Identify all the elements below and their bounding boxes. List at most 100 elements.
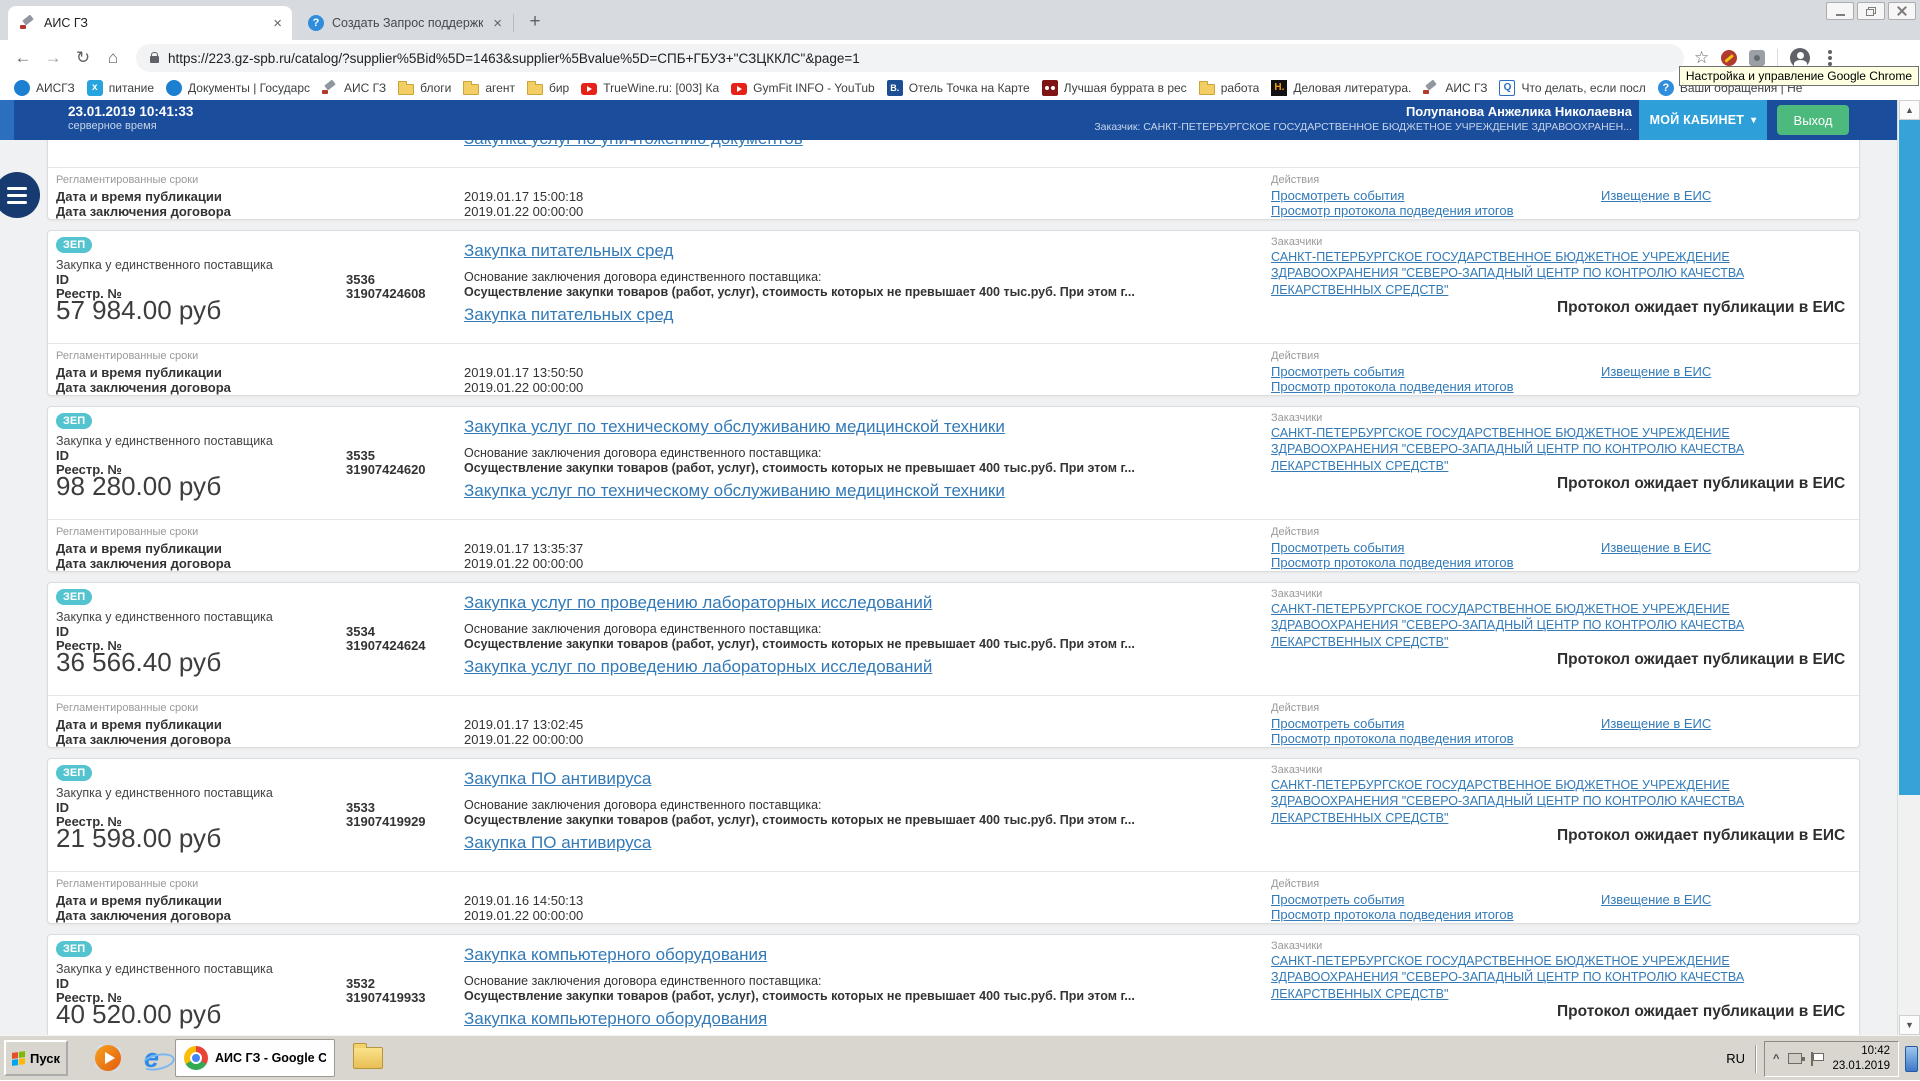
bookmark-item[interactable]: TrueWine.ru: [003] Ка bbox=[581, 81, 719, 95]
view-protocol-link[interactable]: Просмотр протокола подведения итогов bbox=[1271, 203, 1514, 218]
bookmark-label: АИСГЗ bbox=[36, 81, 75, 95]
my-cabinet-button[interactable]: МОЙ КАБИНЕТ ▾ bbox=[1639, 100, 1767, 140]
restore-icon bbox=[1866, 7, 1876, 16]
purchase-price: 40 520.00 руб bbox=[56, 999, 221, 1030]
purchase-title-link[interactable]: Закупка компьютерного оборудования bbox=[464, 1009, 767, 1029]
view-events-link[interactable]: Просмотреть события bbox=[1271, 364, 1404, 379]
tab-support-request[interactable]: ? Создать Запрос поддержки - Порт × bbox=[296, 6, 512, 40]
page-scrollbar[interactable]: ▲ ▼ bbox=[1897, 100, 1920, 1035]
bookmark-item[interactable]: АИСГЗ bbox=[14, 80, 75, 96]
restore-button[interactable] bbox=[1857, 2, 1885, 20]
address-bar[interactable]: https://223.gz-spb.ru/catalog/?supplier%… bbox=[136, 44, 1684, 72]
server-datetime: 23.01.2019 10:41:33 bbox=[68, 104, 193, 119]
close-icon[interactable]: × bbox=[273, 16, 282, 31]
view-protocol-link[interactable]: Просмотр протокола подведения итогов bbox=[1271, 731, 1514, 746]
bookmark-item[interactable]: Документы | Государс bbox=[166, 80, 310, 96]
menu-toggle-button[interactable] bbox=[0, 172, 40, 218]
tray-separator bbox=[1755, 1045, 1756, 1073]
toolbar-separator bbox=[1777, 49, 1778, 67]
device-tray-icon[interactable] bbox=[1788, 1053, 1802, 1064]
chevron-up-icon[interactable]: ^ bbox=[1773, 1053, 1779, 1065]
flag-tray-icon[interactable] bbox=[1811, 1052, 1823, 1066]
close-icon bbox=[1897, 6, 1907, 16]
reload-button[interactable]: ↻ bbox=[68, 48, 98, 68]
eis-notice-link[interactable]: Извещение в ЕИС bbox=[1601, 540, 1711, 555]
tab-ais-gz[interactable]: АИС ГЗ × bbox=[8, 6, 292, 40]
bookmark-item[interactable]: АИС ГЗ bbox=[1423, 80, 1487, 96]
eis-notice-link[interactable]: Извещение в ЕИС bbox=[1601, 188, 1711, 203]
profile-avatar[interactable] bbox=[1790, 48, 1810, 68]
customers-label: Заказчики bbox=[1271, 764, 1322, 776]
explorer-folder-icon[interactable] bbox=[353, 1047, 383, 1069]
bookmark-item[interactable]: QЧто делать, если посл bbox=[1499, 80, 1645, 96]
purchase-title-link[interactable]: Закупка питательных сред bbox=[464, 305, 673, 325]
internet-explorer-icon[interactable]: e bbox=[144, 1045, 159, 1072]
purchase-title-link[interactable]: Закупка ПО антивируса bbox=[464, 833, 651, 853]
language-indicator[interactable]: RU bbox=[1726, 1051, 1745, 1066]
bookmark-item[interactable]: бир bbox=[527, 81, 569, 95]
purchase-title-link[interactable]: Закупка услуг по проведению лабораторных… bbox=[464, 593, 932, 613]
eis-notice-link[interactable]: Извещение в ЕИС bbox=[1601, 364, 1711, 379]
customer-link[interactable]: САНКТ-ПЕТЕРБУРГСКОЕ ГОСУДАРСТВЕННОЕ БЮДЖ… bbox=[1271, 953, 1836, 1002]
bookmark-item[interactable]: Лучшая буррата в рес bbox=[1042, 80, 1187, 96]
bookmark-item[interactable]: агент bbox=[463, 81, 515, 95]
bookmark-label: TrueWine.ru: [003] Ка bbox=[603, 81, 719, 95]
close-window-button[interactable] bbox=[1888, 2, 1916, 20]
bookmark-item[interactable]: работа bbox=[1199, 81, 1260, 95]
view-events-link[interactable]: Просмотреть события bbox=[1271, 892, 1404, 907]
bookmark-item[interactable]: B.Отель Точка на Карте bbox=[887, 80, 1030, 96]
start-button[interactable]: Пуск bbox=[4, 1040, 68, 1076]
extension-icon[interactable] bbox=[1749, 50, 1765, 66]
bookmark-item[interactable]: блоги bbox=[398, 81, 451, 95]
close-icon[interactable]: × bbox=[493, 16, 502, 31]
new-tab-button[interactable]: + bbox=[522, 10, 548, 36]
scroll-up-button[interactable]: ▲ bbox=[1899, 100, 1920, 120]
customer-link[interactable]: САНКТ-ПЕТЕРБУРГСКОЕ ГОСУДАРСТВЕННОЕ БЮДЖ… bbox=[1271, 601, 1836, 650]
protocol-status: Протокол ожидает публикации в ЕИС bbox=[1557, 1003, 1849, 1020]
bookmark-item[interactable]: xпитание bbox=[87, 80, 154, 96]
forward-button[interactable]: → bbox=[38, 48, 68, 68]
purchase-title-link[interactable]: Закупка питательных сред bbox=[464, 241, 673, 261]
bookmark-label: агент bbox=[485, 81, 515, 95]
terms-label: Регламентированные сроки bbox=[56, 878, 198, 890]
contract-date-row: Дата заключения договора2019.01.22 00:00… bbox=[56, 204, 231, 219]
purchase-title-link[interactable]: Закупка ПО антивируса bbox=[464, 769, 651, 789]
contract-date-label: Дата заключения договора bbox=[56, 380, 231, 395]
eis-notice-link[interactable]: Извещение в ЕИС bbox=[1601, 716, 1711, 731]
purchase-title-link[interactable]: Закупка услуг по техническому обслуживан… bbox=[464, 481, 1005, 501]
view-protocol-link[interactable]: Просмотр протокола подведения итогов bbox=[1271, 379, 1514, 394]
view-protocol-link[interactable]: Просмотр протокола подведения итогов bbox=[1271, 907, 1514, 922]
bookmark-star-icon[interactable]: ☆ bbox=[1694, 48, 1709, 68]
purchase-title-link[interactable]: Закупка компьютерного оборудования bbox=[464, 945, 767, 965]
eis-notice-link[interactable]: Извещение в ЕИС bbox=[1601, 892, 1711, 907]
logout-button[interactable]: Выход bbox=[1777, 105, 1849, 135]
customer-link[interactable]: САНКТ-ПЕТЕРБУРГСКОЕ ГОСУДАРСТВЕННОЕ БЮДЖ… bbox=[1271, 777, 1836, 826]
purchase-type: Закупка у единственного поставщика bbox=[56, 610, 273, 624]
publication-date-value: 2019.01.17 13:50:50 bbox=[464, 365, 583, 380]
chrome-task-button[interactable]: АИС ГЗ - Google Ch... bbox=[175, 1039, 335, 1077]
customer-link[interactable]: САНКТ-ПЕТЕРБУРГСКОЕ ГОСУДАРСТВЕННОЕ БЮДЖ… bbox=[1271, 249, 1836, 298]
scroll-down-button[interactable]: ▼ bbox=[1899, 1015, 1920, 1035]
customers-label: Заказчики bbox=[1271, 412, 1322, 424]
minimize-button[interactable] bbox=[1826, 2, 1854, 20]
id-row: ID3535 bbox=[56, 448, 69, 463]
view-events-link[interactable]: Просмотреть события bbox=[1271, 188, 1404, 203]
purchase-title-link[interactable]: Закупка услуг по проведению лабораторных… bbox=[464, 657, 932, 677]
bookmark-item[interactable]: АИС ГЗ bbox=[322, 80, 386, 96]
back-button[interactable]: ← bbox=[8, 48, 38, 68]
hamburger-icon bbox=[7, 187, 27, 190]
show-desktop-button[interactable] bbox=[1905, 1046, 1918, 1072]
media-player-icon[interactable] bbox=[94, 1044, 122, 1072]
bookmark-item[interactable]: GymFit INFO - YouTub bbox=[731, 81, 875, 95]
view-protocol-link[interactable]: Просмотр протокола подведения итогов bbox=[1271, 555, 1514, 570]
bookmark-item[interactable]: H.Деловая литература. bbox=[1271, 80, 1411, 96]
scroll-thumb[interactable] bbox=[1899, 120, 1920, 795]
view-events-link[interactable]: Просмотреть события bbox=[1271, 716, 1404, 731]
home-button[interactable]: ⌂ bbox=[98, 48, 128, 68]
kebab-menu-icon[interactable] bbox=[1828, 56, 1832, 60]
extension-seal-icon[interactable] bbox=[1721, 50, 1737, 66]
customer-link[interactable]: САНКТ-ПЕТЕРБУРГСКОЕ ГОСУДАРСТВЕННОЕ БЮДЖ… bbox=[1271, 425, 1836, 474]
zep-badge: ЗЕП bbox=[56, 589, 92, 605]
purchase-title-link[interactable]: Закупка услуг по техническому обслуживан… bbox=[464, 417, 1005, 437]
view-events-link[interactable]: Просмотреть события bbox=[1271, 540, 1404, 555]
